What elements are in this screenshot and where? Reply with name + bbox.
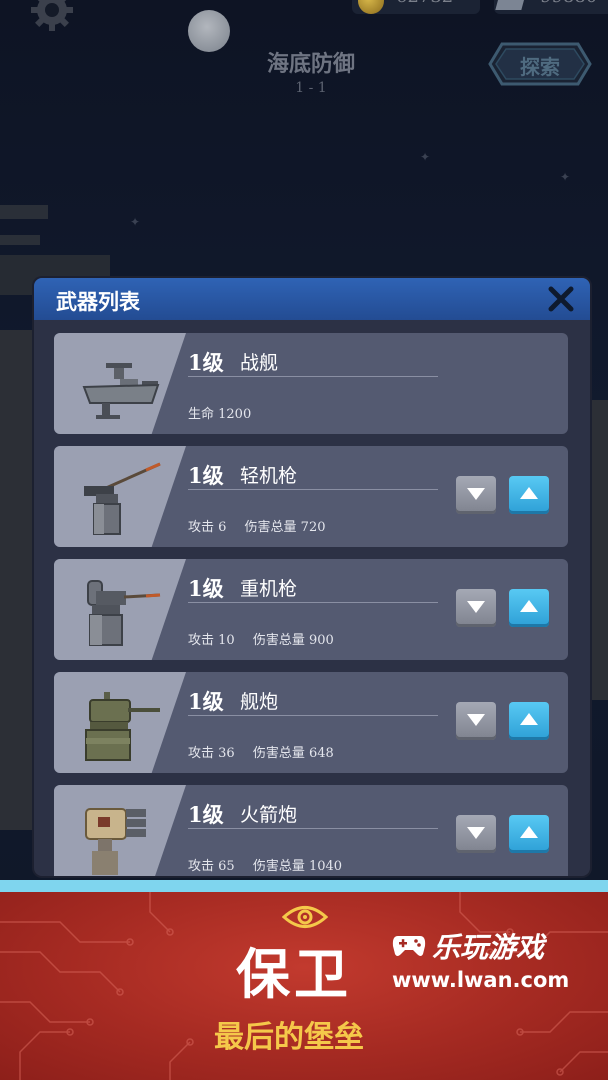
divider bbox=[188, 828, 438, 829]
weapon-stat-hp: 生命 1200 bbox=[188, 407, 252, 422]
banner-headline: 保卫 bbox=[236, 942, 352, 1006]
upgrade-button[interactable] bbox=[509, 476, 549, 514]
weapon-list-panel: 武器列表 1级 战舰 生命 1200 1级 轻机枪 攻击 6 伤害总量 720 … bbox=[34, 278, 590, 876]
weapon-name: 重机枪 bbox=[240, 578, 298, 600]
coin-icon bbox=[358, 0, 384, 14]
eye-icon bbox=[282, 906, 328, 928]
triangle-up-icon bbox=[520, 826, 538, 838]
weapon-stat-attack: 攻击 10 bbox=[188, 633, 235, 648]
weapon-row-naval-cannon: 1级 舰炮 攻击 36 伤害总量 648 bbox=[54, 672, 568, 773]
triangle-up-icon bbox=[520, 713, 538, 725]
upgrade-button[interactable] bbox=[509, 589, 549, 627]
coin-value: 62732 bbox=[396, 0, 453, 7]
weapon-row-heavy-machine-gun: 1级 重机枪 攻击 10 伤害总量 900 bbox=[54, 559, 568, 660]
weapon-level: 1级 bbox=[188, 576, 224, 601]
weapon-stat-total-damage: 伤害总量 648 bbox=[252, 746, 334, 761]
star-decoration: ✦ bbox=[130, 215, 141, 229]
background-ship bbox=[0, 330, 36, 830]
light-machine-gun-icon bbox=[84, 462, 161, 535]
weapon-stat-attack: 攻击 36 bbox=[188, 746, 235, 761]
weapon-name: 舰炮 bbox=[240, 691, 279, 713]
panel-header: 武器列表 bbox=[34, 278, 590, 320]
divider bbox=[188, 376, 438, 377]
downgrade-button[interactable] bbox=[456, 589, 496, 627]
weapon-stat-attack: 攻击 65 bbox=[188, 859, 235, 874]
weapon-row-light-machine-gun: 1级 轻机枪 攻击 6 伤害总量 720 bbox=[54, 446, 568, 547]
weapon-stat-total-damage: 伤害总量 900 bbox=[252, 633, 334, 648]
weapon-stats: 攻击 36 伤害总量 648 bbox=[188, 742, 348, 761]
weapon-stat-attack: 攻击 6 bbox=[188, 520, 227, 535]
explore-label: 探索 bbox=[520, 55, 560, 79]
rocket-launcher-icon bbox=[85, 808, 146, 875]
background-ship bbox=[0, 205, 48, 219]
gamepad-logo-icon bbox=[392, 936, 426, 956]
triangle-up-icon bbox=[520, 487, 538, 499]
banner-subline: 最后的堡垒 bbox=[214, 1020, 364, 1055]
close-icon[interactable] bbox=[544, 282, 578, 316]
weapon-name: 轻机枪 bbox=[240, 465, 298, 487]
weapon-level: 1级 bbox=[188, 350, 224, 375]
heavy-machine-gun-icon bbox=[87, 580, 161, 646]
triangle-down-icon bbox=[467, 827, 485, 839]
downgrade-button[interactable] bbox=[456, 476, 496, 514]
gem-icon bbox=[495, 0, 527, 10]
weapon-name: 战舰 bbox=[240, 352, 279, 374]
triangle-down-icon bbox=[467, 488, 485, 500]
upgrade-button[interactable] bbox=[509, 702, 549, 740]
naval-cannon-icon bbox=[85, 692, 160, 761]
weapon-level: 1级 bbox=[188, 689, 224, 714]
weapon-name: 火箭炮 bbox=[240, 804, 298, 826]
weapon-stat-total-damage: 伤害总量 1040 bbox=[252, 859, 343, 874]
settings-gear-icon[interactable] bbox=[28, 0, 76, 34]
triangle-down-icon bbox=[467, 714, 485, 726]
gem-value: 99880 bbox=[540, 0, 597, 7]
banner-divider bbox=[0, 880, 608, 892]
triangle-up-icon bbox=[520, 600, 538, 612]
triangle-down-icon bbox=[467, 601, 485, 613]
weapon-row-battleship: 1级 战舰 生命 1200 bbox=[54, 333, 568, 434]
upgrade-button[interactable] bbox=[509, 815, 549, 853]
star-decoration: ✦ bbox=[420, 150, 431, 164]
weapon-stats: 攻击 65 伤害总量 1040 bbox=[188, 855, 356, 874]
divider bbox=[188, 715, 438, 716]
divider bbox=[188, 489, 438, 490]
explore-button[interactable]: 探索 bbox=[488, 42, 592, 86]
coin-counter: 62732 bbox=[352, 0, 480, 14]
weapon-level: 1级 bbox=[188, 802, 224, 827]
weapon-stat-total-damage: 伤害总量 720 bbox=[244, 520, 326, 535]
star-decoration: ✦ bbox=[560, 170, 571, 184]
weapon-list[interactable]: 1级 战舰 生命 1200 1级 轻机枪 攻击 6 伤害总量 720 1级 重机… bbox=[34, 320, 590, 876]
weapon-row-rocket-launcher: 1级 火箭炮 攻击 65 伤害总量 1040 bbox=[54, 785, 568, 876]
weapon-level: 1级 bbox=[188, 463, 224, 488]
weapon-stats: 生命 1200 bbox=[188, 403, 265, 422]
background-ship bbox=[0, 235, 40, 245]
brand-url[interactable]: www.lwan.com bbox=[392, 968, 569, 992]
promo-banner: 保卫 最后的堡垒 乐玩游戏 www.lwan.com bbox=[0, 892, 608, 1080]
gem-counter: 99880 bbox=[494, 0, 608, 14]
battleship-icon bbox=[82, 363, 160, 419]
weapon-stats: 攻击 10 伤害总量 900 bbox=[188, 629, 348, 648]
background-ship bbox=[590, 400, 608, 700]
downgrade-button[interactable] bbox=[456, 702, 496, 740]
panel-title: 武器列表 bbox=[56, 290, 140, 314]
divider bbox=[188, 602, 438, 603]
downgrade-button[interactable] bbox=[456, 815, 496, 853]
weapon-stats: 攻击 6 伤害总量 720 bbox=[188, 516, 340, 535]
brand-name: 乐玩游戏 bbox=[432, 931, 545, 964]
